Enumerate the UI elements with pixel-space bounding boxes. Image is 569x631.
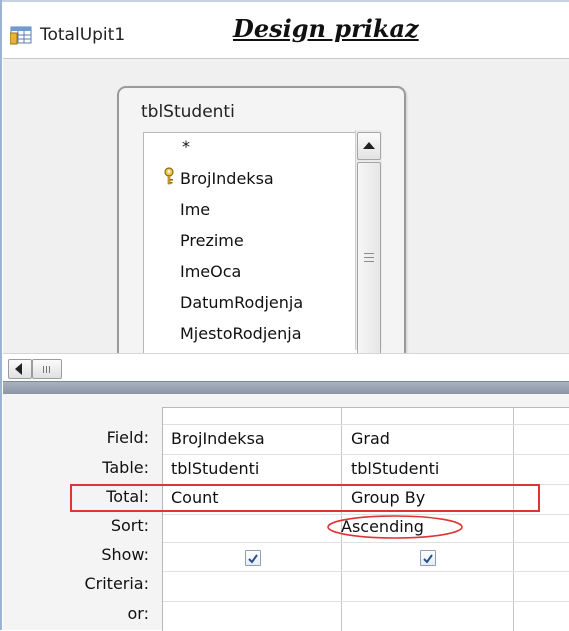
scroll-up-button[interactable] <box>357 132 381 160</box>
grip-line <box>364 257 374 258</box>
query-tab[interactable]: TotalUpit1 <box>10 14 125 56</box>
ascending-highlight-ellipse <box>327 515 463 539</box>
field-list-item[interactable]: * <box>182 137 190 156</box>
show-checkbox-2[interactable] <box>420 550 436 566</box>
field-list-item[interactable]: BrojIndeksa <box>180 169 274 188</box>
field-list-item[interactable]: DatumRodjenja <box>180 293 303 312</box>
scroll-thumb[interactable] <box>357 162 381 356</box>
field-list[interactable]: * BrojIndeksa Ime Prezime ImeOca DatumRo… <box>143 132 381 360</box>
checkmark-icon <box>423 554 433 564</box>
row-divider <box>163 601 569 602</box>
grid-cell-table-2[interactable]: tblStudenti <box>351 459 439 478</box>
grip-line <box>364 261 374 262</box>
grid-cell-field-2[interactable]: Grad <box>351 429 390 448</box>
field-list-item[interactable]: MjestoRodjenja <box>180 324 302 343</box>
field-list-item[interactable]: Prezime <box>180 231 244 250</box>
pane-splitter[interactable] <box>3 381 569 395</box>
row-label-or: or: <box>127 604 149 623</box>
grip-line <box>43 366 44 373</box>
window-frame-left <box>0 0 2 630</box>
arrow-up-icon <box>363 142 375 149</box>
total-row-highlight <box>70 484 540 512</box>
horizontal-scrollbar[interactable] <box>3 353 569 382</box>
row-divider <box>163 424 569 425</box>
row-label-table: Table: <box>102 458 149 477</box>
show-checkbox-1[interactable] <box>245 550 261 566</box>
row-divider <box>163 542 569 543</box>
table-name: tblStudenti <box>141 102 235 122</box>
row-divider <box>163 454 569 455</box>
grid-cell-field-1[interactable]: BrojIndeksa <box>171 429 265 448</box>
horizontal-scroll-thumb[interactable] <box>32 359 62 379</box>
row-label-show: Show: <box>101 545 149 564</box>
row-label-criteria: Criteria: <box>84 574 149 593</box>
tab-title: TotalUpit1 <box>40 25 126 45</box>
grip-line <box>364 253 374 254</box>
scroll-left-button[interactable] <box>8 359 32 379</box>
field-list-item[interactable]: Ime <box>180 200 210 219</box>
arrow-left-icon <box>15 363 22 375</box>
row-label-sort: Sort: <box>110 516 149 535</box>
grip-line <box>49 366 50 373</box>
grip-line <box>46 366 47 373</box>
field-list-item[interactable]: ImeOca <box>180 262 241 281</box>
primary-key-icon <box>164 167 174 185</box>
window-frame-top <box>0 0 569 2</box>
row-divider <box>163 571 569 572</box>
row-label-field: Field: <box>106 428 149 447</box>
column-divider <box>513 408 514 631</box>
field-list-scrollbar[interactable] <box>355 130 382 356</box>
query-icon <box>10 26 32 45</box>
checkmark-icon <box>248 554 258 564</box>
grid-cell-table-1[interactable]: tblStudenti <box>171 459 259 478</box>
query-design-window: TotalUpit1 Design prikaz tblStudenti * B… <box>0 0 569 631</box>
design-heading: Design prikaz <box>233 14 419 43</box>
